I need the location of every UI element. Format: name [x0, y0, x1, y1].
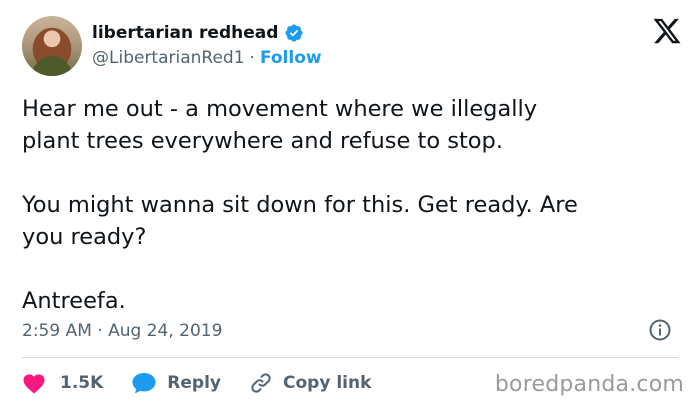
divider — [22, 357, 678, 358]
tweet-line: you ready? — [22, 224, 147, 250]
like-button[interactable]: 1.5K — [22, 372, 103, 394]
verified-badge-icon — [285, 24, 303, 42]
tweet-text: Hear me out - a movement where we illega… — [22, 93, 682, 317]
timestamp[interactable]: 2:59 AM · Aug 24, 2019 — [22, 321, 222, 341]
tweet-line: plant trees everywhere and refuse to sto… — [22, 128, 503, 154]
avatar[interactable] — [22, 16, 82, 76]
like-count: 1.5K — [60, 373, 104, 393]
copy-link-label: Copy link — [283, 373, 372, 393]
tweet-line: Hear me out - a movement where we illega… — [22, 96, 538, 122]
separator-dot: · — [249, 48, 255, 68]
avatar-figure — [32, 56, 72, 76]
action-bar: 1.5K Reply Copy link — [22, 368, 399, 398]
meta-row: 2:59 AM · Aug 24, 2019 — [22, 316, 682, 346]
tweet-line: Antreefa. — [22, 288, 126, 314]
name-row: libertarian redhead — [92, 21, 304, 45]
handle-row: @LibertarianRed1 · Follow — [92, 48, 322, 68]
follow-button[interactable]: Follow — [260, 48, 322, 68]
reply-bubble-icon — [132, 373, 156, 394]
display-name[interactable]: libertarian redhead — [92, 23, 278, 43]
link-icon — [251, 373, 271, 393]
copy-link-button[interactable]: Copy link — [249, 371, 371, 395]
tweet-line: You might wanna sit down for this. Get r… — [22, 192, 578, 218]
info-icon[interactable] — [648, 318, 672, 342]
x-logo-icon[interactable] — [652, 16, 682, 46]
reply-button[interactable]: Reply — [131, 371, 221, 395]
tweet-card: libertarian redhead @LibertarianRed1 · F… — [0, 0, 700, 410]
heart-icon — [23, 374, 45, 394]
watermark: boredpanda.com — [494, 372, 684, 397]
reply-label: Reply — [167, 373, 221, 393]
tweet-header: libertarian redhead @LibertarianRed1 · F… — [22, 16, 682, 78]
handle[interactable]: @LibertarianRed1 — [92, 48, 245, 68]
